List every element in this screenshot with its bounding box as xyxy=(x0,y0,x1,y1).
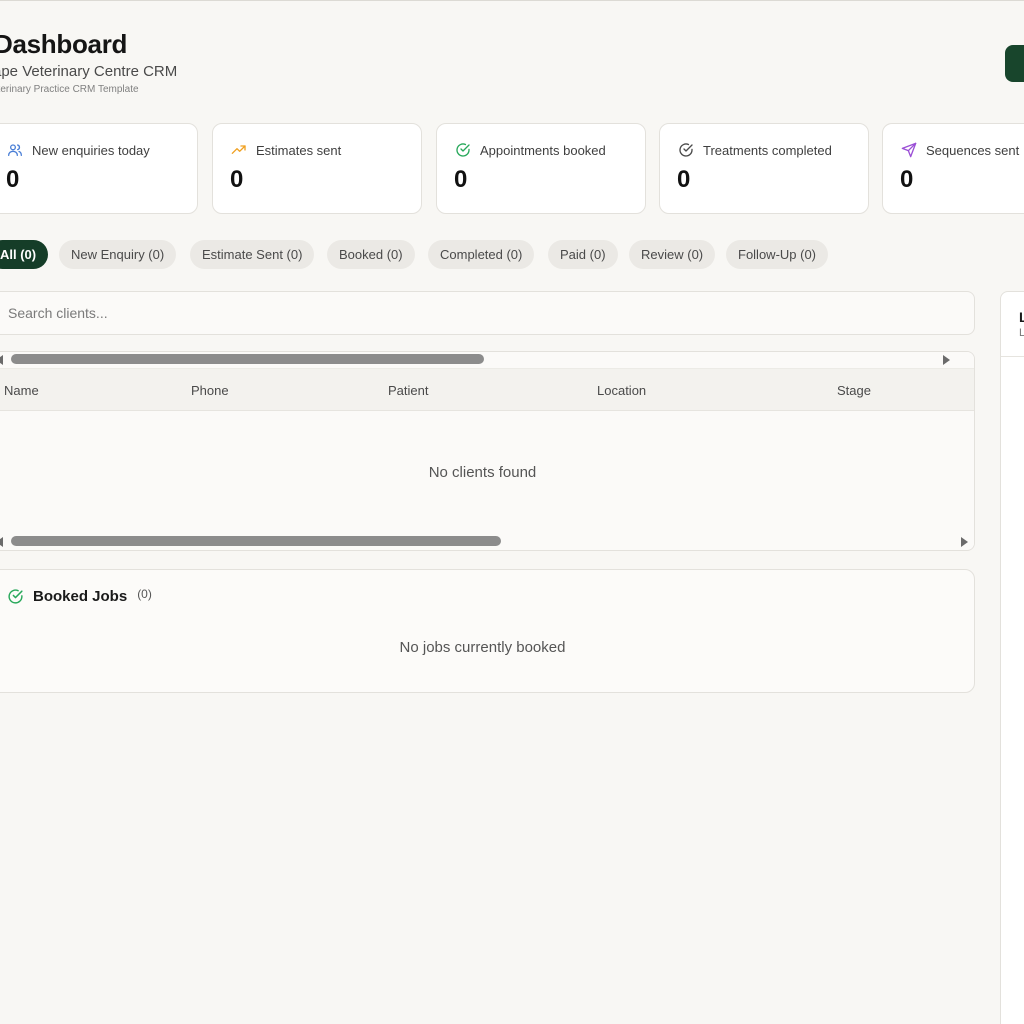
scroll-left-icon[interactable] xyxy=(0,537,3,547)
stat-label: Sequences sent xyxy=(926,142,1020,158)
column-header-patient[interactable]: Patient xyxy=(388,383,428,398)
check-circle-icon xyxy=(456,143,470,157)
filter-chip-estimate-sent[interactable]: Estimate Sent (0) xyxy=(190,240,315,269)
stat-label: Treatments completed xyxy=(703,142,832,158)
scrollbar-thumb[interactable] xyxy=(11,354,484,364)
stat-value: 0 xyxy=(6,166,20,193)
stat-value: 0 xyxy=(677,166,691,193)
side-panel-header: L L xyxy=(1001,292,1024,357)
table-header: Name Phone Patient Location Stage xyxy=(0,368,974,411)
search-input[interactable] xyxy=(0,292,974,334)
search-box xyxy=(0,291,975,335)
scroll-left-icon[interactable] xyxy=(0,355,3,365)
stat-label: New enquiries today xyxy=(32,142,150,158)
clients-table: Name Phone Patient Location Stage No cli… xyxy=(0,351,975,551)
filter-chip-new-enquiry[interactable]: New Enquiry (0) xyxy=(59,240,177,269)
header-action-button[interactable] xyxy=(1005,45,1024,82)
column-header-phone[interactable]: Phone xyxy=(191,383,229,398)
filter-chip-paid[interactable]: Paid (0) xyxy=(548,240,618,269)
booked-jobs-title: Booked Jobs xyxy=(33,588,128,605)
users-icon xyxy=(7,144,22,156)
stat-card-treatments-completed: Treatments completed 0 xyxy=(659,123,869,214)
filter-chip-all[interactable]: All (0) xyxy=(0,240,49,269)
horizontal-scrollbar-bottom[interactable] xyxy=(0,534,974,549)
dashboard-page: Dashboard ape Veterinary Centre CRM eter… xyxy=(0,0,1024,1024)
horizontal-scrollbar-top[interactable] xyxy=(0,352,974,367)
stat-label: Estimates sent xyxy=(256,142,342,158)
check-circle-icon xyxy=(679,143,693,157)
stat-label: Appointments booked xyxy=(480,142,606,158)
stat-value: 0 xyxy=(230,166,244,193)
check-circle-icon xyxy=(8,589,23,604)
column-header-stage[interactable]: Stage xyxy=(837,383,871,398)
filter-chip-review[interactable]: Review (0) xyxy=(629,240,716,269)
stat-value: 0 xyxy=(900,166,914,193)
stat-card-appointments-booked: Appointments booked 0 xyxy=(436,123,646,214)
side-panel: L L xyxy=(1000,291,1024,1024)
column-header-location[interactable]: Location xyxy=(597,383,646,398)
page-title: Dashboard xyxy=(0,29,128,59)
booked-jobs-empty-message: No jobs currently booked xyxy=(399,639,566,656)
scroll-right-icon[interactable] xyxy=(943,355,950,365)
booked-jobs-card: Booked Jobs (0) No jobs currently booked xyxy=(0,569,975,693)
filter-chip-follow-up[interactable]: Follow-Up (0) xyxy=(726,240,829,269)
scrollbar-thumb[interactable] xyxy=(11,536,501,546)
stat-card-estimates-sent: Estimates sent 0 xyxy=(212,123,422,214)
stat-card-sequences-sent: Sequences sent 0 xyxy=(882,123,1024,214)
column-header-name[interactable]: Name xyxy=(4,383,39,398)
filter-chip-completed[interactable]: Completed (0) xyxy=(428,240,535,269)
trending-up-icon xyxy=(231,145,246,154)
template-note: eterinary Practice CRM Template xyxy=(0,84,139,95)
booked-jobs-count: (0) xyxy=(137,586,152,601)
side-panel-title: L xyxy=(1019,309,1024,325)
page-subtitle: ape Veterinary Centre CRM xyxy=(0,63,178,80)
stat-card-new-enquiries: New enquiries today 0 xyxy=(0,123,198,214)
filter-chip-booked[interactable]: Booked (0) xyxy=(327,240,415,269)
send-icon xyxy=(901,142,917,158)
table-empty-message: No clients found xyxy=(428,464,537,481)
scroll-right-icon[interactable] xyxy=(961,537,968,547)
stat-value: 0 xyxy=(454,166,468,193)
side-panel-subtitle: L xyxy=(1019,327,1024,339)
